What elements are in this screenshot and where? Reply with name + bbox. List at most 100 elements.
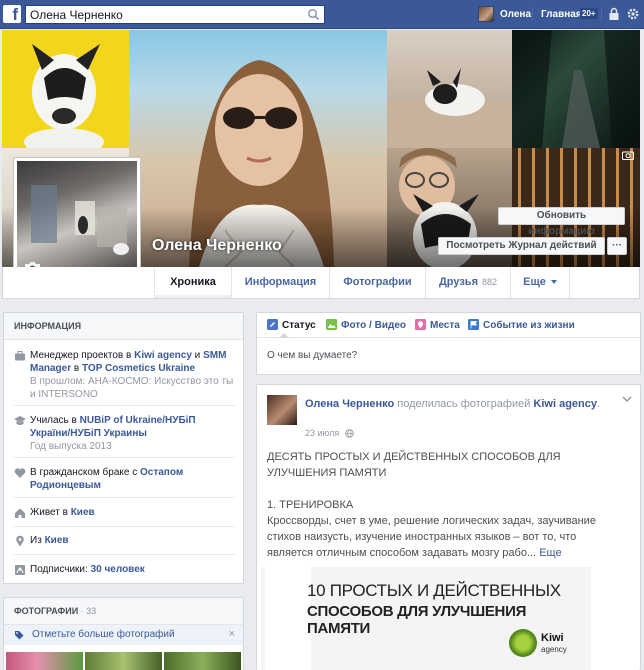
photos-card: Фотографии · 33 Отметьте больше фотограф… [3,597,244,670]
followers-text: Подписчики: 30 человек [30,563,238,576]
photo-thumbnail[interactable] [85,652,162,670]
info-relationship: В гражданском браке с Остапом Родионцевы… [14,466,238,492]
see-more-link[interactable]: Еще [539,547,561,559]
post-date[interactable]: 23 июля [305,428,339,438]
search-box[interactable] [25,5,325,24]
tag-photos-prompt[interactable]: Отметьте больше фотографий × [4,625,243,645]
photos-card-header[interactable]: Фотографии · 33 [4,598,243,625]
briefcase-icon [15,351,25,361]
post-header: Олена Черненко поделилась фотографией Ki… [305,397,605,412]
post-author-avatar[interactable] [267,395,297,425]
cover-tile-forest-path [512,30,640,148]
post-target-link[interactable]: Kiwi agency [533,398,597,410]
heart-icon [14,468,26,478]
close-icon[interactable]: × [229,628,235,640]
profile-picture[interactable] [13,157,141,285]
post-section: 1. ТРЕНИРОВКА [267,499,354,511]
nav-divider [601,7,602,21]
followers-icon [15,565,25,575]
post-author-link[interactable]: Олена Черненко [305,398,394,410]
search-input[interactable] [26,6,296,23]
info-card-header: Информация [4,313,243,340]
facebook-logo[interactable]: f [3,5,21,23]
post-shared-image[interactable]: 10 ПРОСТЫХ И ДЕЙСТВЕННЫХ СПОСОБОВ ДЛЯ УЛ… [261,567,591,670]
lock-icon[interactable] [608,7,620,21]
location-pin-icon [16,535,24,547]
from-city-link[interactable]: Киев [45,535,69,546]
divider [14,497,235,498]
tab-friends[interactable]: Друзья 882 [425,267,510,298]
profile-name[interactable]: Олена Черненко [152,237,282,255]
photo-thumbnail[interactable] [164,652,241,670]
camera-icon[interactable] [622,150,634,160]
chevron-down-icon[interactable] [622,395,632,403]
image-title-line1: 10 ПРОСТЫХ И ДЕЙСТВЕННЫХ [307,581,561,600]
gear-icon[interactable] [626,7,640,21]
composer-tabs: Статус Фото / Видео Места Событие из жиз… [257,313,640,338]
study-text: Училась в NUBiP of Ukraine/НУБіП України… [30,414,238,440]
cover-tile-dog-yellow [2,30,129,148]
photo-icon [326,319,337,330]
image-margin [265,567,311,670]
divider [14,405,235,406]
tab-photos[interactable]: Фотографии [329,267,425,298]
divider [14,526,235,527]
info-card: Информация Менеджер проектов в Kiwi agen… [3,312,244,584]
nav-divider [532,7,533,21]
job-mid: и [191,350,204,361]
composer-tab-place[interactable]: Места [430,320,460,331]
active-tab-pointer [279,333,289,338]
info-from: Из Киев [14,534,238,547]
house-icon [15,508,25,518]
divider [14,457,235,458]
timeline-post: Олена Черненко поделилась фотографией Ki… [256,384,641,670]
job-company-link[interactable]: Kiwi agency [134,350,192,361]
lives-text: Живет в Киев [30,506,238,519]
study-prefix: Училась в [30,415,80,426]
activity-log-button[interactable]: Посмотреть Журнал действий [438,237,605,255]
tab-about[interactable]: Информация [231,267,329,298]
status-composer: Статус Фото / Видео Места Событие из жиз… [256,312,641,375]
kiwi-logo-text: Kiwi [541,632,564,644]
home-link[interactable]: Главная [541,9,582,20]
tag-photos-text[interactable]: Отметьте больше фотографий [32,629,175,640]
search-icon[interactable] [307,8,320,21]
update-info-button[interactable]: Обновить информацию [498,207,625,237]
job-mid2: в [71,363,82,374]
home-notification-badge: 20+ [580,8,598,19]
from-prefix: Из [30,535,45,546]
job-company2-link[interactable]: TOP Cosmetics Ukraine [82,363,195,374]
more-options-button[interactable]: ··· [607,237,627,255]
place-icon [415,319,426,330]
job-prefix: Менеджер проектов в [30,350,135,361]
photos-count: 33 [86,606,97,616]
post-heading: ДЕСЯТЬ ПРОСТЫХ И ДЕЙСТВЕННЫХ СПОСОБОВ ДЛ… [267,451,561,479]
study-year: Год выпуска 2013 [30,441,112,452]
tab-more[interactable]: Еще [510,267,570,298]
tab-timeline[interactable]: Хроника [154,267,231,298]
kiwi-logo-subtext: agency [541,645,567,654]
lives-city-link[interactable]: Киев [71,507,95,518]
user-avatar[interactable] [478,6,494,22]
top-navigation-bar: f Олена Главная 20+ [0,0,644,29]
tab-label: Еще [523,276,546,288]
composer-input[interactable]: О чем вы думаете? [267,350,357,361]
tab-label: Фотографии [343,276,412,288]
from-text: Из Киев [30,534,238,547]
friends-count: 882 [482,277,498,287]
cover-tile-dog-lying [387,30,512,148]
post-action-text: поделилась фотографией [394,398,534,410]
photos-header-label: Фотографии [14,606,79,616]
globe-icon[interactable] [345,429,354,438]
composer-tab-photo-video[interactable]: Фото / Видео [341,320,406,331]
info-job: Менеджер проектов в Kiwi agency и SMM Ma… [14,349,238,401]
followers-count-link[interactable]: 30 человек [91,564,145,575]
user-name-link[interactable]: Олена [500,9,531,20]
tab-label: Информация [244,276,317,288]
composer-tab-life-event[interactable]: Событие из жизни [483,320,575,331]
photo-thumbnail[interactable] [6,652,83,670]
post-paragraph: Кроссворды, счет в уме, решение логическ… [267,513,597,561]
composer-tab-status[interactable]: Статус [282,320,316,331]
profile-picture-image [17,161,137,281]
tab-label: Друзья [438,276,478,288]
